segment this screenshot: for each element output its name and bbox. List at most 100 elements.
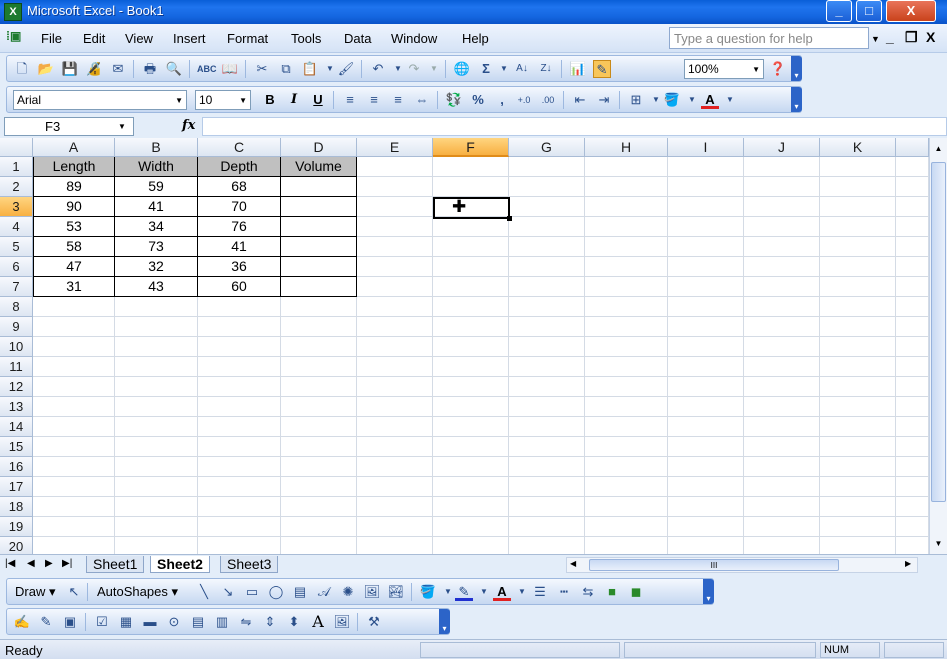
cell-h13[interactable] [585,397,668,417]
redo-dropdown-icon[interactable]: ▼ [425,60,443,78]
cell-e8[interactable] [357,297,433,317]
open-icon[interactable]: 📂 [37,60,55,78]
merge-center-icon[interactable]: ⇔ [413,91,431,109]
cell-e10[interactable] [357,337,433,357]
cell-b15[interactable] [115,437,198,457]
cell-b7[interactable]: 43 [115,277,198,297]
cell-f13[interactable] [433,397,509,417]
cell-l9[interactable] [896,317,929,337]
cell-d18[interactable] [281,497,357,517]
cell-e9[interactable] [357,317,433,337]
cell-g6[interactable] [509,257,585,277]
cell-e4[interactable] [357,217,433,237]
cell-g15[interactable] [509,437,585,457]
fill-color-dropdown-icon[interactable]: ▼ [683,91,701,109]
cell-j5[interactable] [744,237,820,257]
row-header-6[interactable]: 6 [0,257,33,277]
draw-font-color-icon[interactable]: A [493,583,511,601]
column-header-i[interactable]: I [668,138,744,157]
cell-e1[interactable] [357,157,433,177]
cell-a15[interactable] [33,437,115,457]
cell-f6[interactable] [433,257,509,277]
menu-data[interactable]: Data [344,31,371,46]
cell-d14[interactable] [281,417,357,437]
cell-l17[interactable] [896,477,929,497]
cell-l6[interactable] [896,257,929,277]
column-header-e[interactable]: E [357,138,433,157]
chart-wizard-icon[interactable]: 📊 [569,60,587,78]
cell-e2[interactable] [357,177,433,197]
cell-g4[interactable] [509,217,585,237]
prev-sheet-icon[interactable]: ◀ [27,558,35,569]
cell-k17[interactable] [820,477,896,497]
cell-g13[interactable] [509,397,585,417]
minimize-button[interactable]: _ [826,0,852,22]
font-select[interactable]: Arial ▼ [13,90,187,110]
bold-button[interactable]: B [261,91,279,109]
cell-a4[interactable]: 53 [33,217,115,237]
save-icon[interactable]: 💾 [61,60,79,78]
cell-f9[interactable] [433,317,509,337]
autosum-dropdown-icon[interactable]: ▼ [495,60,513,78]
scroll-up-icon[interactable]: ▲ [930,140,947,157]
font-color-icon[interactable]: A [701,91,719,109]
cell-h4[interactable] [585,217,668,237]
cell-l16[interactable] [896,457,929,477]
row-header-10[interactable]: 10 [0,337,33,357]
cell-l15[interactable] [896,437,929,457]
cell-f8[interactable] [433,297,509,317]
row-header-1[interactable]: 1 [0,157,33,177]
cell-e12[interactable] [357,377,433,397]
cell-b5[interactable]: 73 [115,237,198,257]
cell-b1[interactable]: Width [115,157,198,177]
cell-a5[interactable]: 58 [33,237,115,257]
cell-c2[interactable]: 68 [198,177,281,197]
draw-menu[interactable]: Draw ▾ [15,584,55,600]
cell-j1[interactable] [744,157,820,177]
insert-function-icon[interactable]: fx [182,118,195,133]
cell-e5[interactable] [357,237,433,257]
cell-f7[interactable] [433,277,509,297]
cell-l18[interactable] [896,497,929,517]
cell-e15[interactable] [357,437,433,457]
cell-i6[interactable] [668,257,744,277]
help-dropdown-arrow[interactable]: ▼ [871,34,880,44]
cell-d20[interactable] [281,537,357,554]
cell-d11[interactable] [281,357,357,377]
cell-g14[interactable] [509,417,585,437]
doc-close-button[interactable]: X [926,29,935,45]
cell-g11[interactable] [509,357,585,377]
cell-k2[interactable] [820,177,896,197]
cell-c5[interactable]: 41 [198,237,281,257]
row-header-20[interactable]: 20 [0,537,33,554]
cell-k9[interactable] [820,317,896,337]
horizontal-scroll-thumb[interactable]: III [589,559,839,571]
cell-k13[interactable] [820,397,896,417]
cell-l7[interactable] [896,277,929,297]
cell-i5[interactable] [668,237,744,257]
cell-c11[interactable] [198,357,281,377]
cell-d19[interactable] [281,517,357,537]
row-header-15[interactable]: 15 [0,437,33,457]
decrease-decimal-icon[interactable]: .00 [539,91,557,109]
cell-a12[interactable] [33,377,115,397]
cell-l11[interactable] [896,357,929,377]
cell-f5[interactable] [433,237,509,257]
column-header-k[interactable]: K [820,138,896,157]
undo-icon[interactable]: ↶ [369,60,387,78]
wordart-icon[interactable]: 𝒜 [315,583,333,601]
cell-a16[interactable] [33,457,115,477]
cell-j18[interactable] [744,497,820,517]
cell-d6[interactable] [281,257,357,277]
cell-i16[interactable] [668,457,744,477]
percent-button[interactable]: % [469,91,487,109]
cell-a1[interactable]: Length [33,157,115,177]
cell-e16[interactable] [357,457,433,477]
menu-view[interactable]: View [125,31,153,46]
font-size-select[interactable]: 10 ▼ [195,90,251,110]
sort-descending-icon[interactable]: Z↓ [537,60,555,78]
line-style-icon[interactable]: ☰ [531,583,549,601]
cell-i4[interactable] [668,217,744,237]
row-header-2[interactable]: 2 [0,177,33,197]
row-header-13[interactable]: 13 [0,397,33,417]
